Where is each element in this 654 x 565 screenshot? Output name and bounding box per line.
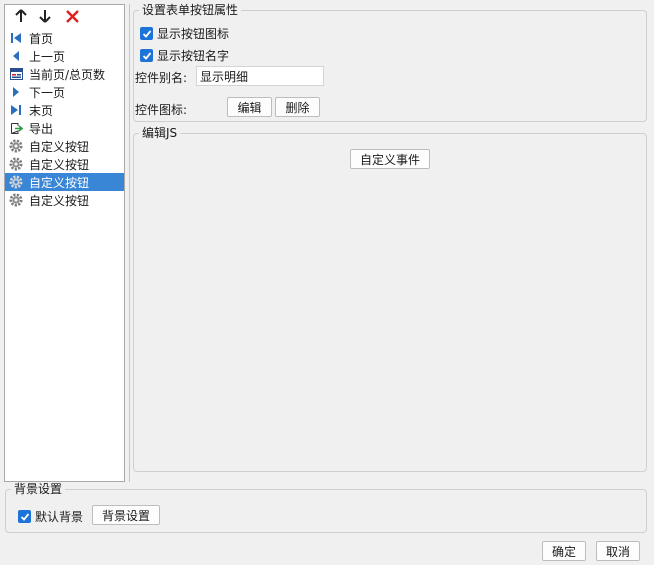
list-item[interactable]: 上一页 [5, 47, 124, 65]
group-legend: 设置表单按钮属性 [139, 3, 242, 17]
group-legend: 背景设置 [11, 482, 66, 496]
last-page-icon [9, 103, 23, 117]
list-item-label: 下一页 [29, 85, 66, 100]
list-item[interactable]: 当前页/总页数 [5, 65, 124, 83]
edit-js-group: 编辑JS 自定义事件 [133, 126, 647, 472]
list-toolbar [5, 5, 124, 27]
checkmark-icon [18, 510, 31, 523]
checkbox-label: 默认背景 [35, 510, 84, 524]
list-item-label: 末页 [29, 103, 54, 118]
cancel-button[interactable]: 取消 [596, 541, 640, 561]
show-icon-checkbox[interactable]: 显示按钮图标 [140, 25, 229, 42]
edit-icon-button[interactable]: 编辑 [227, 97, 272, 117]
button-list-panel: 首页 上一页 当前页/总页数 下一页 末页 导出 自定义按钮 自定义按钮 自定义… [4, 4, 125, 482]
gear-icon [9, 175, 23, 189]
list-item[interactable]: 自定义按钮 [5, 191, 124, 209]
group-legend: 编辑JS [139, 126, 181, 140]
background-settings-button[interactable]: 背景设置 [92, 505, 160, 525]
alias-input[interactable] [196, 66, 324, 86]
icon-label: 控件图标: [135, 103, 188, 117]
list-item[interactable]: 自定义按钮 [5, 155, 124, 173]
next-page-icon [9, 85, 23, 99]
delete-x-icon[interactable] [62, 7, 82, 25]
delete-icon-button[interactable]: 删除 [275, 97, 320, 117]
gear-icon [9, 157, 23, 171]
list-item-label: 自定义按钮 [29, 157, 90, 172]
background-settings-group: 背景设置 默认背景 背景设置 [5, 482, 647, 533]
first-page-icon [9, 31, 23, 45]
default-background-checkbox[interactable]: 默认背景 [18, 508, 83, 525]
button-properties-group: 设置表单按钮属性 显示按钮图标 显示按钮名字 控件别名: 控件图标: 编辑 删除 [133, 3, 647, 122]
gear-icon [9, 193, 23, 207]
list-item[interactable]: 首页 [5, 29, 124, 47]
list-item[interactable]: 下一页 [5, 83, 124, 101]
list-item-label: 导出 [29, 121, 54, 136]
gear-icon [9, 139, 23, 153]
list-item-label: 自定义按钮 [29, 175, 90, 190]
arrow-up-icon[interactable] [11, 7, 31, 25]
alias-label: 控件别名: [135, 71, 188, 85]
prev-page-icon [9, 49, 23, 63]
list-item-selected[interactable]: 自定义按钮 [5, 173, 124, 191]
button-list: 首页 上一页 当前页/总页数 下一页 末页 导出 自定义按钮 自定义按钮 自定义… [5, 29, 124, 209]
arrow-down-icon[interactable] [35, 7, 55, 25]
show-name-checkbox[interactable]: 显示按钮名字 [140, 47, 229, 64]
checkmark-icon [140, 49, 153, 62]
export-icon [9, 121, 23, 135]
ok-button[interactable]: 确定 [542, 541, 586, 561]
list-item-label: 当前页/总页数 [29, 67, 106, 82]
list-item-label: 自定义按钮 [29, 193, 90, 208]
page-count-icon [9, 67, 23, 81]
custom-event-button[interactable]: 自定义事件 [350, 149, 430, 169]
checkbox-label: 显示按钮名字 [157, 49, 230, 63]
checkmark-icon [140, 27, 153, 40]
list-item-label: 自定义按钮 [29, 139, 90, 154]
list-item[interactable]: 末页 [5, 101, 124, 119]
panel-splitter[interactable] [129, 4, 130, 482]
list-item-label: 首页 [29, 31, 54, 46]
list-item[interactable]: 导出 [5, 119, 124, 137]
list-item[interactable]: 自定义按钮 [5, 137, 124, 155]
list-item-label: 上一页 [29, 49, 66, 64]
checkbox-label: 显示按钮图标 [157, 27, 230, 41]
